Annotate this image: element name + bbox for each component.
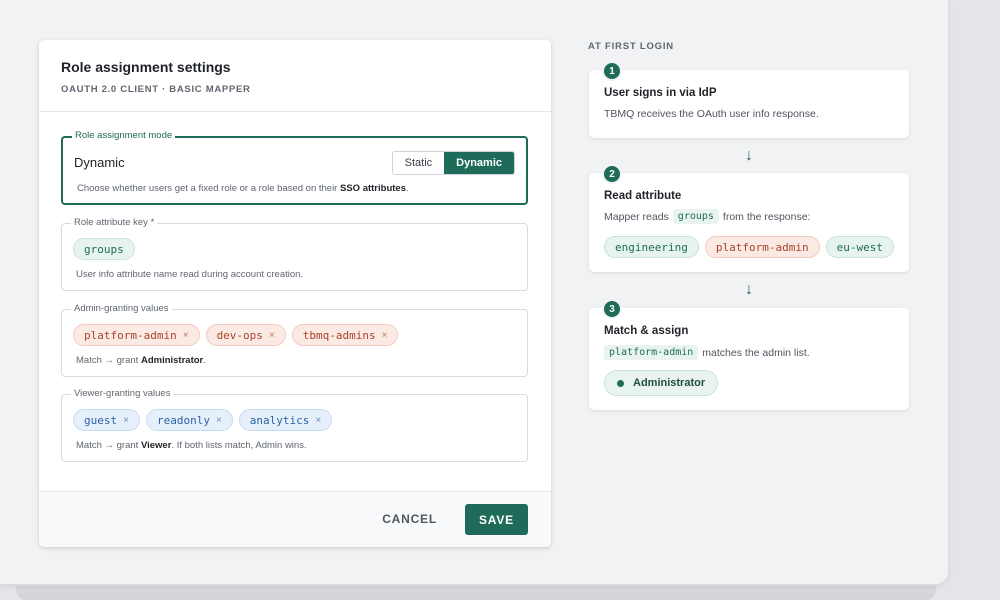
remove-icon[interactable]: ×: [216, 415, 222, 426]
static-mode-button[interactable]: Static: [392, 152, 445, 174]
role-mode-help-suffix: .: [406, 183, 409, 194]
admin-chip-label: tbmq-admins: [302, 328, 376, 342]
assigned-role-badge: Administrator: [604, 370, 719, 396]
admin-values-legend: Admin-granting values: [71, 303, 172, 314]
viewer-help-text: Match → grant: [76, 440, 141, 451]
viewer-chip-label: guest: [84, 413, 118, 427]
attribute-code: groups: [672, 209, 719, 224]
viewer-chip[interactable]: analytics ×: [238, 409, 333, 431]
role-mode-value: Dynamic: [74, 155, 125, 170]
status-dot-icon: [617, 379, 624, 387]
step-text-prefix: Mapper reads: [604, 210, 669, 223]
dialog-header: Role assignment settings OAUTH 2.0 CLIEN…: [39, 40, 551, 112]
step-text-suffix: from the response:: [722, 210, 811, 223]
dialog-subtitle: OAUTH 2.0 CLIENT · BASIC MAPPER: [61, 84, 251, 95]
viewer-help-bold: Viewer: [140, 440, 172, 451]
step-number-badge: 1: [602, 61, 622, 81]
step-card-2: 2 Read attribute Mapper reads groups fro…: [589, 164, 909, 272]
viewer-chip-label: analytics: [249, 413, 310, 427]
viewer-chip[interactable]: readonly ×: [145, 409, 233, 431]
cancel-button[interactable]: CANCEL: [376, 508, 443, 530]
role-mode-help-bold: SSO attributes: [340, 183, 406, 194]
admin-values-chips: platform-admin × dev-ops × tbmq-admins ×: [73, 324, 404, 346]
admin-chip-label: dev-ops: [216, 328, 263, 342]
step-number-badge: 2: [602, 164, 622, 184]
response-chip: eu-west: [825, 236, 894, 258]
step-title: User signs in via IdP: [604, 87, 717, 99]
remove-icon[interactable]: ×: [315, 415, 321, 426]
remove-icon[interactable]: ×: [269, 330, 275, 341]
dynamic-mode-button[interactable]: Dynamic: [444, 152, 514, 174]
role-mode-toggle: Static Dynamic: [391, 151, 515, 175]
admin-help-text: Match → grant: [76, 355, 141, 366]
assigned-role-label: Administrator: [633, 377, 706, 389]
viewer-values-field[interactable]: Viewer-granting values guest × readonly × …: [61, 388, 528, 462]
attribute-key-help: User info attribute name read during acc…: [76, 269, 304, 280]
viewer-values-help: Match → grant Viewer. If both lists matc…: [76, 440, 307, 451]
remove-icon[interactable]: ×: [382, 330, 388, 341]
role-attribute-key-field[interactable]: Role attribute key * groups User info at…: [61, 217, 528, 291]
role-mode-field: Role assignment mode Dynamic Static Dyna…: [61, 130, 528, 205]
backdrop-shadow: [16, 586, 936, 600]
step-card-1: 1 User signs in via IdP TBMQ receives th…: [589, 61, 909, 138]
step-number-badge: 3: [602, 299, 622, 319]
admin-chip-label: platform-admin: [84, 328, 177, 342]
viewer-chip-label: readonly: [156, 413, 210, 427]
dialog-title: Role assignment settings: [61, 59, 231, 75]
attribute-key-chips: groups: [73, 238, 141, 260]
response-chip: engineering: [604, 236, 699, 258]
role-attribute-key-legend: Role attribute key *: [71, 217, 158, 228]
admin-chip[interactable]: dev-ops ×: [205, 324, 286, 346]
admin-values-field[interactable]: Admin-granting values platform-admin × de…: [61, 303, 528, 377]
remove-icon[interactable]: ×: [183, 330, 189, 341]
viewer-chip[interactable]: guest ×: [73, 409, 140, 431]
step-text-suffix: matches the admin list.: [702, 346, 810, 359]
arrow-down-icon: ↓: [745, 147, 753, 164]
dialog-footer: CANCEL SAVE: [39, 491, 551, 547]
step-text: platform-admin matches the admin list.: [604, 345, 810, 360]
admin-values-help: Match → grant Administrator.: [76, 355, 206, 366]
step-text: TBMQ receives the OAuth user info respon…: [604, 108, 819, 120]
response-values-chips: engineering platform-admin eu-west: [604, 236, 900, 258]
save-button[interactable]: SAVE: [465, 504, 528, 535]
response-chip: platform-admin: [704, 236, 820, 258]
viewer-values-chips: guest × readonly × analytics ×: [73, 409, 338, 431]
role-assignment-dialog: Role assignment settings OAUTH 2.0 CLIEN…: [39, 40, 551, 547]
step-title: Match & assign: [604, 325, 689, 337]
admin-chip[interactable]: tbmq-admins ×: [291, 324, 399, 346]
attribute-key-chip[interactable]: groups: [73, 238, 135, 260]
viewer-values-legend: Viewer-granting values: [71, 388, 174, 399]
arrow-down-icon: ↓: [745, 281, 753, 298]
matched-value-code: platform-admin: [604, 345, 699, 360]
admin-chip[interactable]: platform-admin ×: [73, 324, 200, 346]
step-card-3: 3 Match & assign platform-admin matches …: [589, 299, 909, 410]
step-title: Read attribute: [604, 190, 682, 202]
flow-heading: AT FIRST LOGIN: [588, 41, 674, 52]
remove-icon[interactable]: ×: [123, 415, 129, 426]
admin-help-bold: Administrator: [140, 355, 204, 366]
role-mode-help-text: Choose whether users get a fixed role or…: [77, 183, 340, 194]
step-text: Mapper reads groups from the response:: [604, 209, 810, 224]
viewer-help-suffix: . If both lists match, Admin wins.: [171, 440, 307, 451]
admin-help-suffix: .: [203, 355, 206, 366]
role-mode-help: Choose whether users get a fixed role or…: [77, 183, 409, 194]
role-mode-legend: Role assignment mode: [72, 130, 176, 141]
